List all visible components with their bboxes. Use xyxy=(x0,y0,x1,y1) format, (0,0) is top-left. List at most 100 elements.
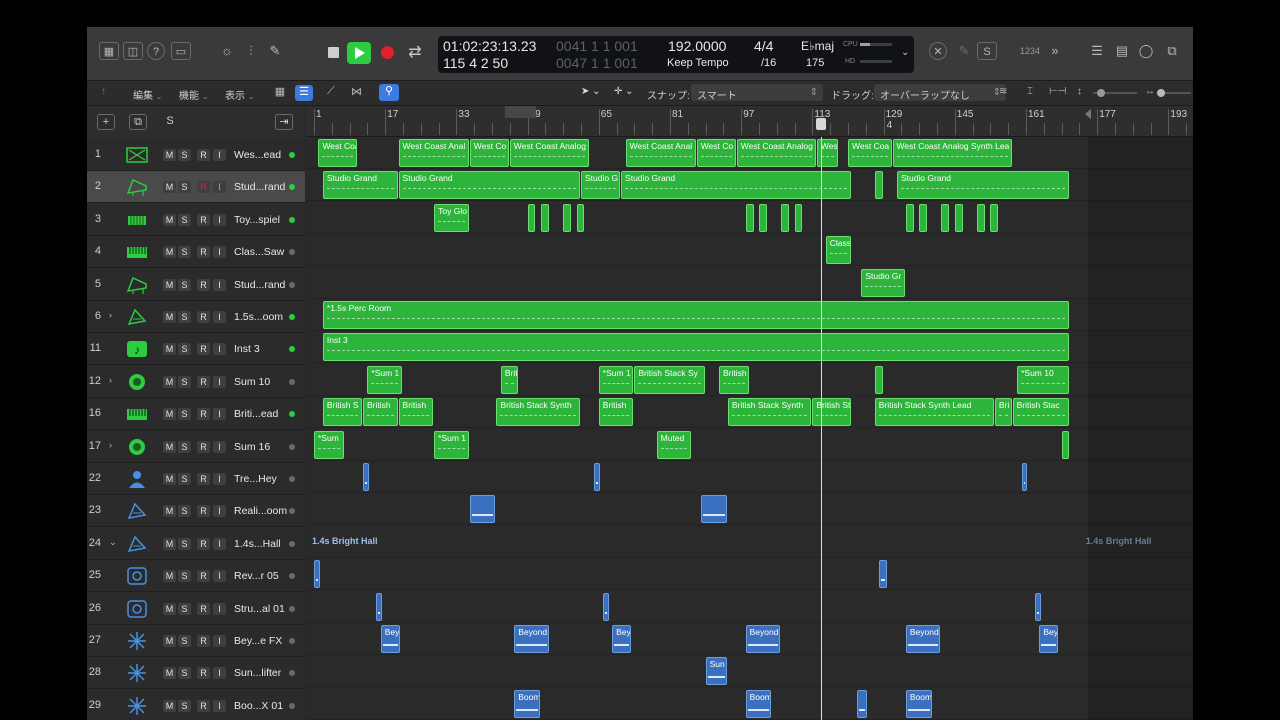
cycle-icon[interactable]: ⇄ xyxy=(404,42,426,64)
mute-button[interactable]: M xyxy=(163,181,176,194)
solo-button[interactable]: S xyxy=(178,505,191,518)
midi-region[interactable] xyxy=(745,203,754,232)
mute-button[interactable]: M xyxy=(163,440,176,453)
midi-region[interactable]: *Sum 10 xyxy=(1017,365,1070,394)
drag-select[interactable]: オーバーラップなし ⇕ xyxy=(874,84,1006,102)
audio-region[interactable]: Boom xyxy=(905,689,932,718)
solo-button[interactable]: S xyxy=(178,311,191,323)
midi-region[interactable]: *Sum 1 xyxy=(598,365,634,394)
midi-region[interactable]: Studio Grand xyxy=(896,171,1070,200)
midi-region[interactable]: West Coa xyxy=(318,139,358,167)
audio-region[interactable]: Sun xyxy=(705,657,727,686)
audio-region[interactable] xyxy=(376,592,382,621)
record-enable-button[interactable]: R xyxy=(197,602,210,615)
midi-region[interactable]: British xyxy=(398,398,434,427)
input-monitor-button[interactable]: I xyxy=(213,440,226,453)
instrument-icon[interactable]: ♪ xyxy=(125,339,149,359)
track-header[interactable]: 11 ♪ M S R I Inst 3 xyxy=(87,333,305,366)
solo-button[interactable]: S xyxy=(178,246,191,259)
track-lane[interactable] xyxy=(306,558,1193,591)
midi-region[interactable]: Studio Grand xyxy=(398,171,580,200)
lcd-display[interactable]: 01:02:23:13.23 115 4 2 50 0041 1 1 001 0… xyxy=(438,36,914,73)
tempo-display[interactable]: 192.0000 xyxy=(668,38,726,54)
track-header[interactable]: 22 M S R I Tre...Hey xyxy=(87,463,305,495)
vocal-icon[interactable] xyxy=(125,469,149,489)
midi-region[interactable] xyxy=(941,203,950,232)
input-monitor-button[interactable]: I xyxy=(213,537,226,550)
midi-region[interactable]: *Sum xyxy=(314,430,345,459)
mixer-icon[interactable]: ⫶ xyxy=(241,42,261,60)
input-monitor-button[interactable]: I xyxy=(213,181,226,194)
audio-region[interactable]: Beyond xyxy=(905,625,941,653)
fx-burst-icon[interactable] xyxy=(125,663,149,683)
mute-button[interactable]: M xyxy=(163,311,176,323)
track-header[interactable]: 28 M S R I Sun...lifter xyxy=(87,657,305,690)
more-chevron-icon[interactable]: » xyxy=(1045,42,1065,60)
note-pad-icon[interactable]: ▤ xyxy=(1112,42,1132,60)
mute-button[interactable]: M xyxy=(163,246,176,259)
track-lane[interactable] xyxy=(306,267,1193,299)
synth-icon[interactable] xyxy=(125,145,149,165)
mute-button[interactable]: M xyxy=(163,699,176,712)
automation-icon[interactable]: ⟋ xyxy=(327,85,335,98)
disclosure-triangle-icon[interactable]: › xyxy=(109,440,112,450)
input-monitor-button[interactable]: I xyxy=(213,408,226,421)
input-monitor-button[interactable]: I xyxy=(213,505,226,518)
snap-select[interactable]: スマート ⇕ xyxy=(691,84,823,102)
library-icon[interactable]: ▦ xyxy=(99,42,119,60)
record-enable-button[interactable]: R xyxy=(197,213,210,226)
disclosure-triangle-icon[interactable]: › xyxy=(109,310,112,320)
midi-region[interactable]: West Coast Analog xyxy=(509,139,589,167)
midi-region[interactable] xyxy=(759,203,767,232)
speaker-icon[interactable] xyxy=(125,566,149,586)
audio-region[interactable] xyxy=(594,463,601,491)
vertical-zoom-slider[interactable] xyxy=(1093,89,1137,97)
midi-region[interactable]: British xyxy=(718,365,750,394)
midi-region[interactable]: British xyxy=(362,398,398,427)
midi-region[interactable] xyxy=(563,203,572,232)
midi-region[interactable] xyxy=(990,203,999,232)
solo-button[interactable]: S xyxy=(178,440,191,453)
room-icon[interactable] xyxy=(125,307,149,327)
record-enable-button[interactable]: R xyxy=(197,181,210,194)
audio-region[interactable]: Beyond xyxy=(745,625,781,653)
project-end-marker[interactable] xyxy=(1085,109,1092,119)
record-enable-button[interactable]: R xyxy=(197,278,210,291)
lcd-dropdown-icon[interactable]: ⌄ xyxy=(901,47,909,58)
input-monitor-button[interactable]: I xyxy=(213,635,226,647)
record-enable-button[interactable]: R xyxy=(197,699,210,712)
solo-button[interactable]: S xyxy=(178,537,191,550)
solo-button[interactable]: S xyxy=(178,667,191,680)
loop-browser-icon[interactable]: ◯ xyxy=(1136,42,1156,60)
horizontal-zoom-icon[interactable]: ↔ xyxy=(1145,86,1155,97)
solo-button[interactable]: S xyxy=(178,473,191,485)
mute-button[interactable]: M xyxy=(163,473,176,485)
midi-region[interactable] xyxy=(874,171,883,200)
track-header[interactable]: 3 M S R I Toy...spiel xyxy=(87,204,305,236)
pencil-tool-icon[interactable]: ✛ ⌄ xyxy=(614,86,634,97)
midi-region[interactable]: British Stack Synth Lead xyxy=(874,398,994,427)
add-track-button[interactable]: + xyxy=(97,114,115,130)
pointer-tool-icon[interactable]: ➤ ⌄ xyxy=(581,86,601,97)
up-arrow-icon[interactable]: ↑ xyxy=(101,86,106,97)
audio-region[interactable] xyxy=(362,463,369,491)
midi-region[interactable] xyxy=(781,203,790,232)
record-enable-button[interactable]: R xyxy=(197,311,210,323)
speaker-icon[interactable] xyxy=(125,599,149,619)
audio-region[interactable]: Bey xyxy=(612,625,632,653)
midi-region[interactable]: British Stack Synth xyxy=(496,398,580,427)
track-header[interactable]: 5 M S R I Stud...rand xyxy=(87,269,305,301)
midi-region[interactable] xyxy=(794,203,803,232)
input-monitor-button[interactable]: I xyxy=(213,375,226,388)
functions-menu[interactable]: 機能 ⌄ xyxy=(179,87,208,102)
bar-ruler[interactable]: 11733496581971131291451611771934 xyxy=(306,106,1193,137)
midi-region[interactable]: British Stack Sy xyxy=(634,365,705,394)
mute-button[interactable]: M xyxy=(163,375,176,388)
mute-button[interactable]: M xyxy=(163,213,176,226)
editors-icon[interactable]: ✎ xyxy=(265,42,285,60)
waveform-zoom-icon[interactable]: ≋ xyxy=(999,86,1007,97)
room-icon[interactable] xyxy=(125,534,149,554)
arrange-area[interactable]: West Coa West Coast Anal West Co West Coast… xyxy=(306,137,1193,720)
solo-button[interactable]: S xyxy=(178,213,191,226)
audio-region[interactable]: Boom xyxy=(514,689,540,718)
